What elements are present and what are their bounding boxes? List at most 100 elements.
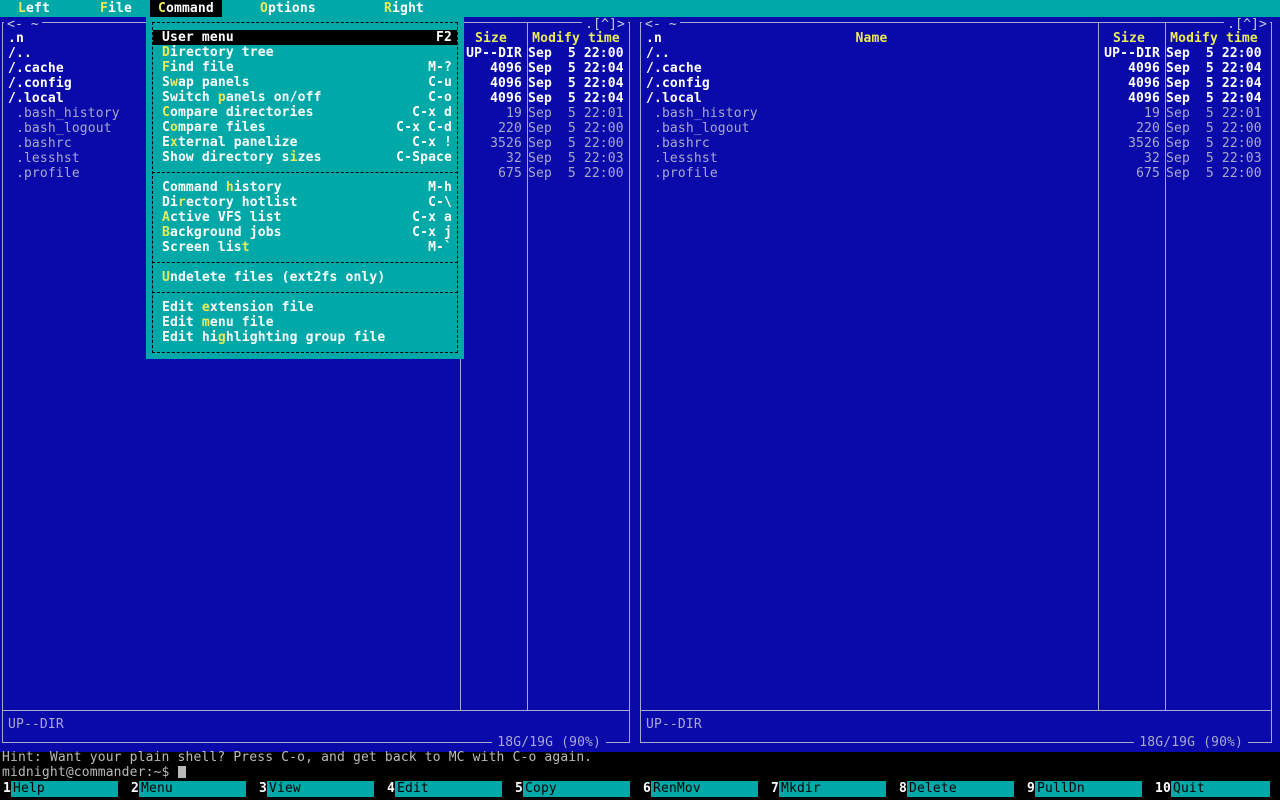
menu-item-compare-directories[interactable]: Compare directories C-x d xyxy=(153,105,457,120)
menu-shortcut: C-o xyxy=(428,90,452,105)
fkey-8-delete[interactable]: 8 Delete xyxy=(896,781,1024,797)
file-size: 4096 xyxy=(1128,76,1160,91)
menubar-item-right[interactable]: Right xyxy=(384,0,424,17)
fkey-7-mkdir[interactable]: 7 Mkdir xyxy=(768,781,896,797)
file-row[interactable]: .profile 675 Sep 5 22:00 xyxy=(638,166,1274,181)
hotkey-letter: C xyxy=(158,1,166,16)
menu-item-switch-panels-on-off[interactable]: Switch panels on/off C-o xyxy=(153,90,457,105)
file-row[interactable]: .lesshst 32 Sep 5 22:03 xyxy=(638,151,1274,166)
menu-separator xyxy=(152,262,458,264)
file-name: /.. xyxy=(646,46,670,61)
file-name: .profile xyxy=(8,166,80,181)
fkey-label: Quit xyxy=(1170,781,1270,797)
menu-item-user-menu[interactable]: User menu F2 xyxy=(153,30,457,45)
menu-item-undelete-files-ext2fs-only[interactable]: Undelete files (ext2fs only) xyxy=(153,270,457,285)
free-space-indicator: 18G/19G (90%) xyxy=(1134,735,1248,750)
file-row[interactable]: /.. UP--DIR Sep 5 22:00 xyxy=(638,46,1274,61)
file-mtime: Sep 5 22:00 xyxy=(1166,121,1262,136)
fkey-number: 10 xyxy=(1152,781,1171,797)
panel-header-row: .nNameSizeModify time xyxy=(638,31,1274,46)
menu-shortcut: C-u xyxy=(428,75,452,90)
file-size: 4096 xyxy=(1128,61,1160,76)
column-header-size[interactable]: Size xyxy=(460,31,522,46)
fkey-number: 8 xyxy=(896,781,907,797)
menu-shortcut: F2 xyxy=(436,30,452,45)
menu-item-find-file[interactable]: Find file M-? xyxy=(153,60,457,75)
fkey-number: 6 xyxy=(640,781,651,797)
menubar-item-file[interactable]: File xyxy=(100,0,132,17)
fkey-4-edit[interactable]: 4 Edit xyxy=(384,781,512,797)
file-mtime: Sep 5 22:04 xyxy=(1166,76,1262,91)
fkey-5-copy[interactable]: 5 Copy xyxy=(512,781,640,797)
file-name: .bashrc xyxy=(8,136,72,151)
fkey-6-renmov[interactable]: 6 RenMov xyxy=(640,781,768,797)
file-mtime: Sep 5 22:04 xyxy=(1166,61,1262,76)
file-row[interactable]: .bashrc 3526 Sep 5 22:00 xyxy=(638,136,1274,151)
hotkey-letter: C xyxy=(162,105,170,120)
file-row[interactable]: .bash_history 19 Sep 5 22:01 xyxy=(638,106,1274,121)
panel-nav-buttons[interactable]: .[^]> xyxy=(582,18,628,32)
file-row[interactable]: /.cache 4096 Sep 5 22:04 xyxy=(638,61,1274,76)
file-mtime: Sep 5 22:04 xyxy=(528,76,624,91)
file-row[interactable]: .bash_logout 220 Sep 5 22:00 xyxy=(638,121,1274,136)
menu-item-show-directory-sizes[interactable]: Show directory sizes C-Space xyxy=(153,150,457,165)
menu-shortcut: C-\ xyxy=(428,195,452,210)
hotkey-letter: F xyxy=(162,60,170,75)
menu-item-edit-highlighting-group-file[interactable]: Edit highlighting group file xyxy=(153,330,457,345)
fkey-10-quit[interactable]: 10 Quit xyxy=(1152,781,1280,797)
file-mtime: Sep 5 22:00 xyxy=(528,46,624,61)
file-size: 4096 xyxy=(490,76,522,91)
menubar-item-options[interactable]: Options xyxy=(260,0,316,17)
file-mtime: Sep 5 22:01 xyxy=(1166,106,1262,121)
fkey-1-help[interactable]: 1 Help xyxy=(0,781,128,797)
file-size: 4096 xyxy=(490,91,522,106)
menu-bar: Left File Command Options Right xyxy=(0,0,1280,17)
file-row[interactable]: /.config 4096 Sep 5 22:04 xyxy=(638,76,1274,91)
menu-item-command-history[interactable]: Command history M-h xyxy=(153,180,457,195)
file-mtime: Sep 5 22:00 xyxy=(528,121,624,136)
fkey-3-view[interactable]: 3 View xyxy=(256,781,384,797)
file-name: .bash_logout xyxy=(8,121,112,136)
file-name: /.cache xyxy=(646,61,702,76)
command-line[interactable]: midnight@commander:~$ xyxy=(2,765,1280,780)
menu-item-edit-menu-file[interactable]: Edit menu file xyxy=(153,315,457,330)
menu-item-swap-panels[interactable]: Swap panels C-u xyxy=(153,75,457,90)
hotkey-letter: i xyxy=(289,150,298,165)
file-name: .bash_history xyxy=(646,106,758,121)
menu-item-directory-hotlist[interactable]: Directory hotlist C-\ xyxy=(153,195,457,210)
panel-path-label[interactable]: <- ~ xyxy=(642,18,680,32)
menubar-item-command[interactable]: Command xyxy=(150,0,222,17)
menu-item-directory-tree[interactable]: Directory tree xyxy=(153,45,457,60)
menu-item-compare-files[interactable]: Compare files C-x C-d xyxy=(153,120,457,135)
panel-nav-buttons[interactable]: .[^]> xyxy=(1224,18,1270,32)
fkey-2-menu[interactable]: 2 Menu xyxy=(128,781,256,797)
file-mtime: Sep 5 22:04 xyxy=(528,91,624,106)
fkey-label: Delete xyxy=(906,781,1014,797)
menu-item-background-jobs[interactable]: Background jobs C-x j xyxy=(153,225,457,240)
file-name: /.. xyxy=(8,46,32,61)
fkey-number: 3 xyxy=(256,781,267,797)
file-name: .lesshst xyxy=(8,151,80,166)
panel-path-label[interactable]: <- ~ xyxy=(4,18,42,32)
menu-item-external-panelize[interactable]: External panelize C-x ! xyxy=(153,135,457,150)
hint-line: Hint: Want your plain shell? Press C-o, … xyxy=(2,750,593,765)
file-mtime: Sep 5 22:03 xyxy=(1166,151,1262,166)
file-size: 220 xyxy=(1136,121,1160,136)
free-space-indicator: 18G/19G (90%) xyxy=(492,735,606,750)
column-header-mtime[interactable]: Modify time xyxy=(528,31,624,46)
column-header-size[interactable]: Size xyxy=(1098,31,1160,46)
fkey-label: Menu xyxy=(138,781,246,797)
menu-item-edit-extension-file[interactable]: Edit extension file xyxy=(153,300,457,315)
file-mtime: Sep 5 22:03 xyxy=(528,151,624,166)
menu-item-screen-list[interactable]: Screen list M-` xyxy=(153,240,457,255)
hotkey-letter: o xyxy=(169,120,178,135)
file-size: 19 xyxy=(506,106,522,121)
menu-item-active-vfs-list[interactable]: Active VFS list C-x a xyxy=(153,210,457,225)
menubar-item-left[interactable]: Left xyxy=(18,0,50,17)
column-header-mtime[interactable]: Modify time xyxy=(1166,31,1262,46)
fkey-9-pulldn[interactable]: 9 PullDn xyxy=(1024,781,1152,797)
file-size: UP--DIR xyxy=(1104,46,1160,61)
right-panel: <- ~ .[^]> .n Name Size Modify time/.. UP--DIR… xyxy=(638,17,1274,752)
column-header-name[interactable]: Name xyxy=(646,31,1097,46)
file-row[interactable]: /.local 4096 Sep 5 22:04 xyxy=(638,91,1274,106)
